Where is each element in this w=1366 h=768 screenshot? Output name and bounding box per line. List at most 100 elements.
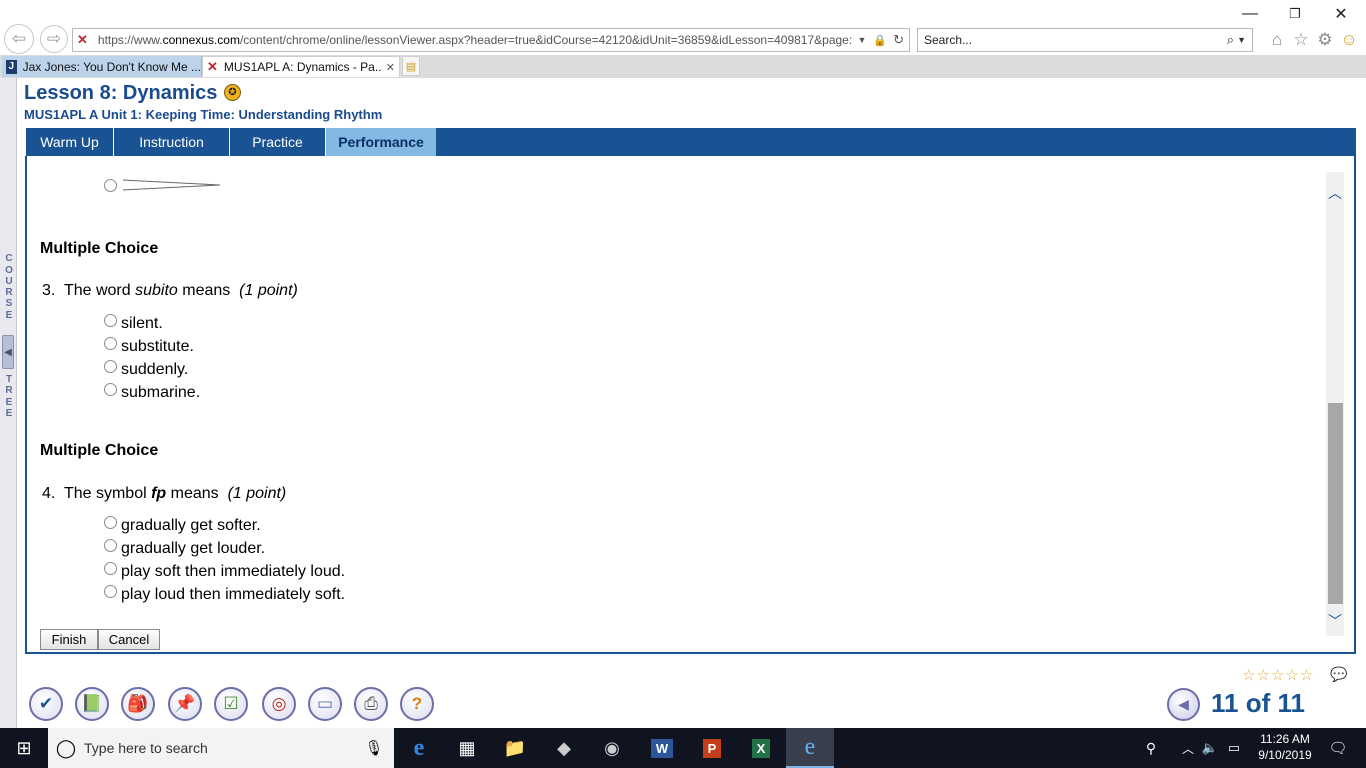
course-tree-letter: R — [5, 287, 13, 298]
answer-option[interactable]: gradually get softer. — [104, 516, 261, 535]
previous-arrow-icon: ◀ — [1178, 696, 1189, 712]
answer-option[interactable]: submarine. — [104, 383, 200, 402]
internet-explorer-icon[interactable]: e — [786, 728, 834, 768]
browser-tab-mus1apl[interactable]: ✕ MUS1APL A: Dynamics - Pa... ✕ — [202, 56, 400, 77]
excel-x-icon: X — [751, 738, 771, 758]
answer-option[interactable]: suddenly. — [104, 360, 188, 379]
powerpoint-app-icon[interactable]: P — [688, 728, 736, 768]
close-icon: ✕ — [1334, 6, 1348, 23]
forward-arrow-icon: ⇨ — [46, 29, 62, 48]
course-tree-letter: R — [5, 385, 13, 396]
course-tree-letter: U — [5, 276, 13, 287]
back-arrow-icon: ⇦ — [11, 29, 27, 48]
search-icon[interactable]: ⌕ — [1227, 32, 1237, 48]
course-tree-letter: T — [5, 374, 13, 385]
new-tab-button[interactable]: ▤ — [402, 56, 420, 76]
battery-icon[interactable]: ▭ — [1222, 728, 1246, 768]
favorites-star-icon[interactable]: ☆ — [1290, 30, 1312, 50]
search-dropdown-icon[interactable]: ▼ — [1237, 35, 1252, 45]
clock-time: 11:26 AM — [1260, 732, 1310, 746]
target-icon[interactable]: ◎ — [262, 687, 296, 721]
decrescendo-symbol — [122, 179, 221, 191]
screen-icon[interactable]: ▭ — [308, 687, 342, 721]
radio-button[interactable] — [104, 314, 117, 327]
cancel-button[interactable]: Cancel — [98, 629, 160, 650]
course-tree-panel[interactable]: C O U R S E T R E E — [0, 78, 17, 728]
action-center-icon[interactable]: 🗨 — [1318, 728, 1358, 768]
scroll-up-icon[interactable]: ︿ — [1326, 182, 1344, 204]
browser-tab-jax-jones[interactable]: J Jax Jones: You Don't Know Me ... — [2, 56, 202, 77]
lesson-subtitle: MUS1APL A Unit 1: Keeping Time: Understa… — [24, 107, 383, 122]
settings-gear-icon[interactable]: ⚙ — [1314, 30, 1336, 50]
edge-browser-icon[interactable]: e — [395, 728, 443, 768]
taskbar-clock[interactable]: 11:26 AM 9/10/2019 — [1252, 731, 1318, 763]
forward-button[interactable]: ⇨ — [40, 25, 68, 53]
lock-icon[interactable]: 🔒 — [870, 34, 890, 47]
finish-button[interactable]: Finish — [40, 629, 98, 650]
print-icon[interactable]: ⎙ — [354, 687, 388, 721]
chevron-left-icon: ◀ — [4, 346, 12, 358]
course-tree-toggle[interactable]: ◀ — [2, 335, 14, 369]
restore-button[interactable]: ❐ — [1272, 0, 1318, 28]
question-3-prompt: 3. The word subito means (1 point) — [42, 282, 298, 299]
windows-start-icon[interactable]: ⊞ — [0, 728, 48, 768]
calculator-icon[interactable]: ▦ — [443, 728, 491, 768]
answer-option[interactable]: gradually get louder. — [104, 539, 265, 558]
answer-option[interactable]: silent. — [104, 314, 163, 333]
dropdown-arrow-icon[interactable]: ▼ — [853, 35, 870, 45]
radio-button[interactable] — [104, 562, 117, 575]
previous-page-button[interactable]: ◀ — [1167, 688, 1200, 721]
pushpin-icon[interactable]: 📌 — [168, 687, 202, 721]
backpack-icon[interactable]: 🎒 — [121, 687, 155, 721]
comment-icon[interactable]: 💬 — [1330, 666, 1347, 683]
rating-stars[interactable]: ☆☆☆☆☆ — [1242, 666, 1314, 684]
excel-app-icon[interactable]: X — [737, 728, 785, 768]
feedback-smiley-icon[interactable]: ☺ — [1338, 30, 1360, 50]
taskbar-search-box[interactable]: ◯ Type here to search 🎙 — [48, 728, 394, 768]
course-tree-letter: E — [5, 408, 13, 419]
microphone-icon[interactable]: 🎙 — [354, 739, 394, 757]
course-tree-letter: O — [5, 265, 13, 276]
connexus-tab-favicon-icon: ✕ — [207, 59, 218, 74]
close-button[interactable]: ✕ — [1318, 0, 1364, 28]
tab-close-icon[interactable]: ✕ — [382, 61, 399, 74]
media-app-icon[interactable]: ◉ — [588, 728, 636, 768]
word-w-icon: W — [650, 738, 674, 758]
radio-option-decrescendo[interactable] — [104, 179, 117, 192]
minimize-icon: — — [1242, 5, 1258, 22]
address-url[interactable]: https://www.connexus.com/content/chrome/… — [94, 33, 854, 47]
game-app-icon[interactable]: ◆ — [540, 728, 588, 768]
address-bar[interactable]: ✕ https://www.connexus.com/content/chrom… — [72, 28, 910, 52]
home-icon[interactable]: ⌂ — [1266, 30, 1288, 50]
radio-button[interactable] — [104, 337, 117, 350]
radio-button[interactable] — [104, 539, 117, 552]
refresh-icon[interactable]: ↻ — [890, 32, 909, 48]
answer-option[interactable]: substitute. — [104, 337, 194, 356]
people-icon[interactable]: ⚲ — [1131, 728, 1171, 768]
minimize-button[interactable]: — — [1227, 0, 1273, 28]
tab-practice[interactable]: Practice — [230, 128, 326, 156]
scrollbar-thumb[interactable] — [1328, 403, 1343, 604]
help-question-icon[interactable]: ? — [400, 687, 434, 721]
radio-button[interactable] — [104, 516, 117, 529]
course-tree-letter: C — [5, 253, 13, 264]
radio-button[interactable] — [104, 383, 117, 396]
tab-warm-up[interactable]: Warm Up — [26, 128, 114, 156]
file-explorer-icon[interactable]: 📁 — [491, 728, 539, 768]
radio-button[interactable] — [104, 360, 117, 373]
tab-performance[interactable]: Performance — [326, 128, 436, 156]
browser-search-box[interactable]: Search... ⌕ ▼ — [917, 28, 1253, 52]
scroll-down-icon[interactable]: ﹀ — [1326, 610, 1344, 632]
check-grades-icon[interactable]: ✔ — [29, 687, 63, 721]
notebook-icon[interactable]: 📗 — [75, 687, 109, 721]
checklist-icon[interactable]: ☑ — [214, 687, 248, 721]
answer-option[interactable]: play soft then immediately loud. — [104, 562, 345, 581]
question-4-prompt: 4. The symbol fp means (1 point) — [42, 485, 287, 502]
tab-instruction[interactable]: Instruction — [114, 128, 230, 156]
radio-button[interactable] — [104, 585, 117, 598]
back-button[interactable]: ⇦ — [4, 24, 34, 54]
volume-icon[interactable]: 🔈 — [1198, 728, 1222, 768]
answer-option[interactable]: play loud then immediately soft. — [104, 585, 345, 604]
word-app-icon[interactable]: W — [638, 728, 686, 768]
course-tree-letter: S — [5, 298, 13, 309]
